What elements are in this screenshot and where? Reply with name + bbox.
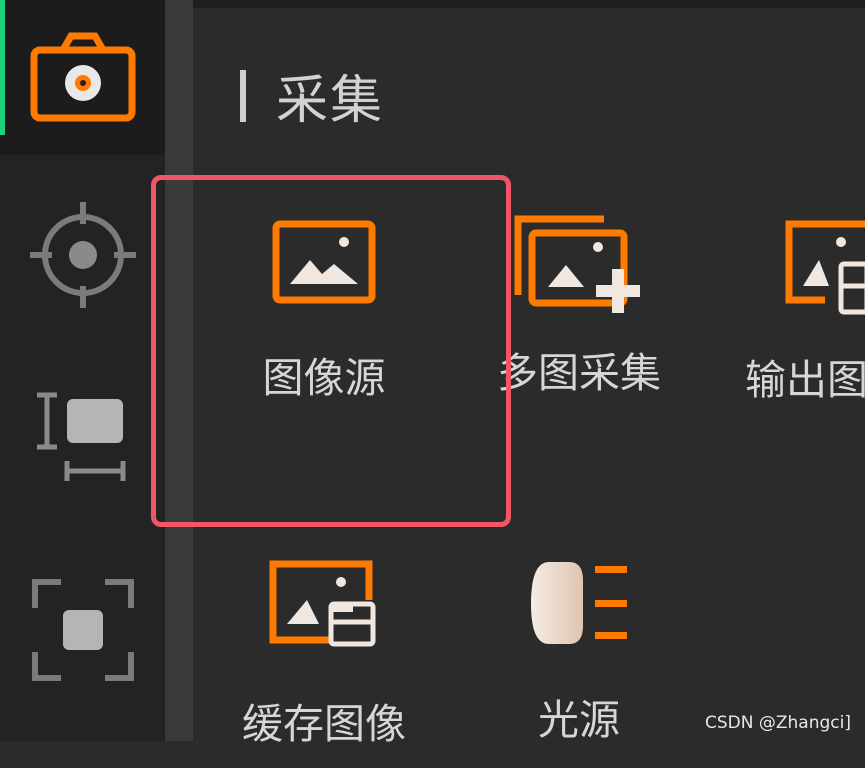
output-image-icon [785,220,865,315]
measure-icon [36,392,125,481]
panel-title: 采集 [276,71,385,131]
light-source-icon [531,562,627,644]
multi-image-capture-icon [514,215,640,313]
tile-output-image[interactable]: 输出图 [710,220,865,406]
tile-label: 输出图 [745,356,865,404]
cache-image-icon [269,560,376,647]
rail-item-measure[interactable] [0,365,165,505]
tool-rail [0,0,165,741]
panel-header: 采集 [240,58,384,133]
rail-item-locate[interactable] [0,180,165,330]
header-marker [240,69,246,122]
top-strip [193,0,865,8]
tile-light-source[interactable]: 光源 [459,560,699,746]
camera-icon [30,32,135,122]
focus-frame-icon [31,579,134,681]
rail-item-capture[interactable] [0,0,165,155]
active-indicator [0,0,5,135]
selection-highlight [151,175,511,527]
target-icon [29,202,136,308]
tile-cache-image[interactable]: 缓存图像 [204,560,444,750]
watermark: CSDN @Zhangci] [705,713,851,733]
tile-label: 缓存图像 [242,700,406,748]
tile-label: 光源 [538,696,620,744]
rail-item-focus[interactable] [0,565,165,695]
